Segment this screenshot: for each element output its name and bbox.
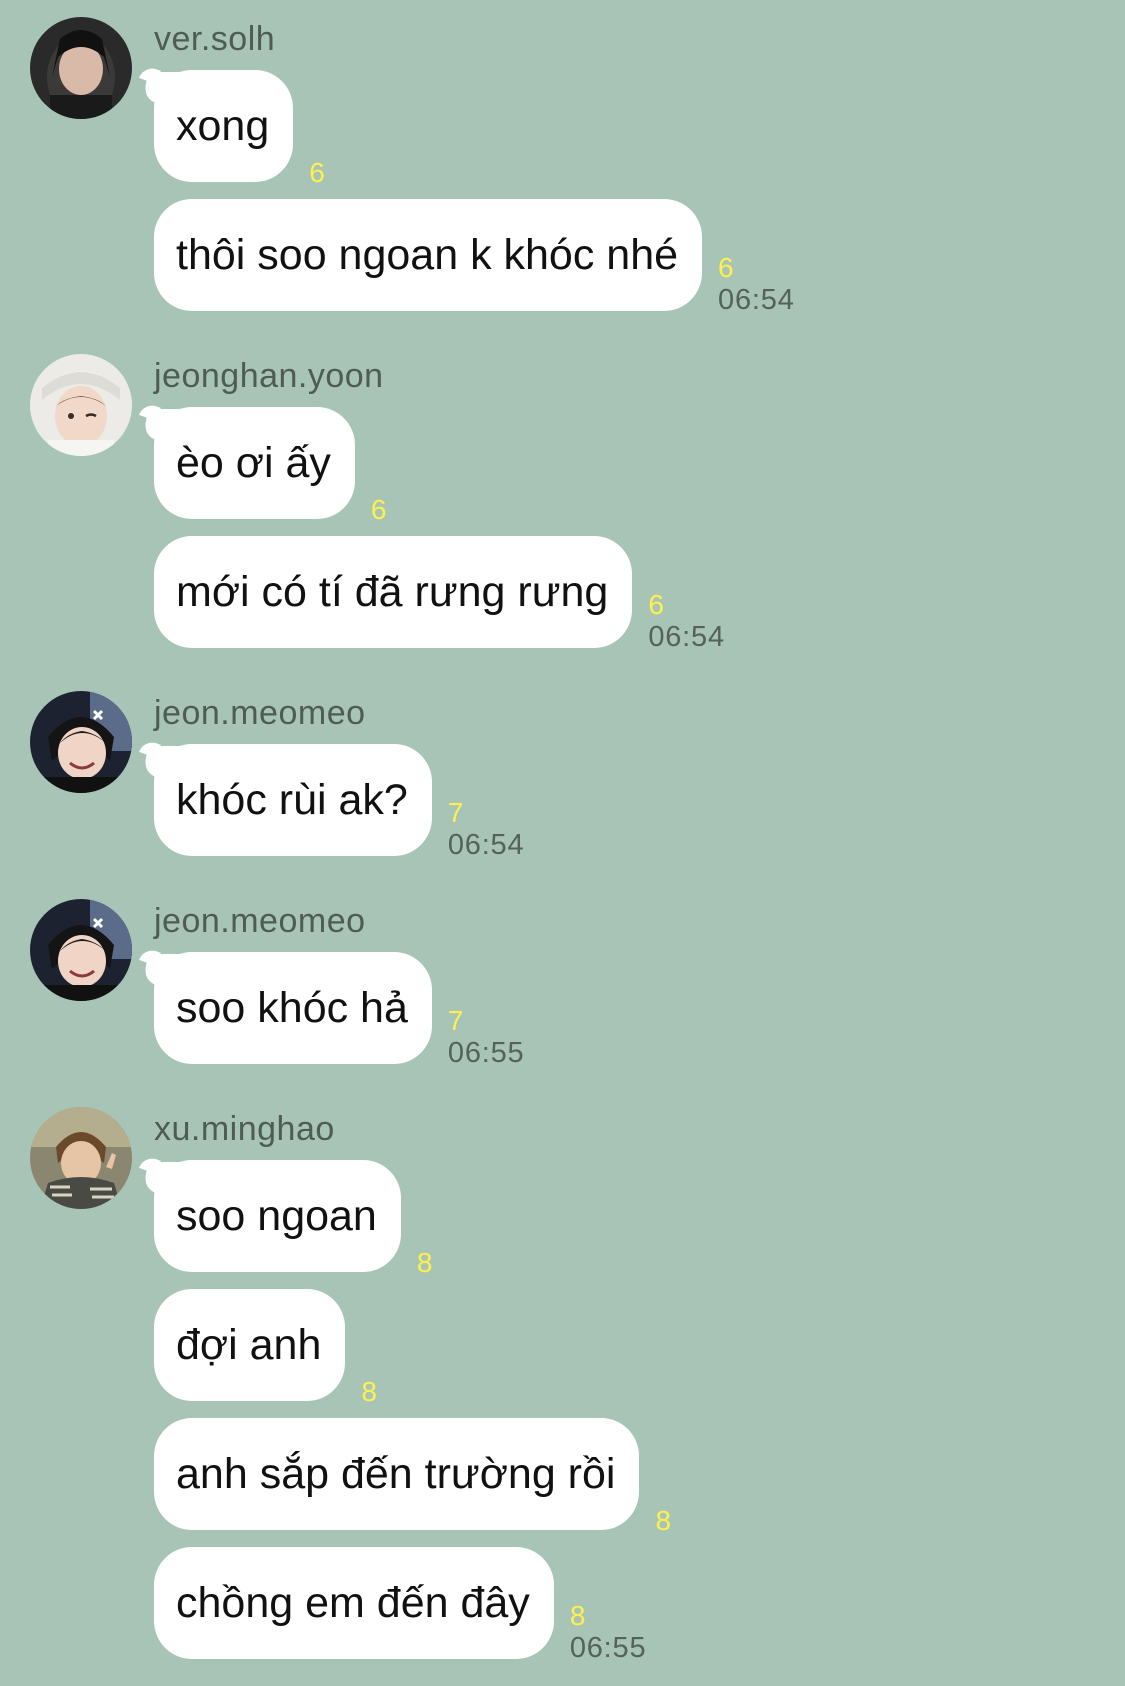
- message-meta: 7 06:54: [448, 798, 525, 862]
- avatar[interactable]: [30, 1107, 132, 1209]
- message-meta: 6 06:54: [648, 590, 725, 654]
- message-bubble[interactable]: thôi soo ngoan k khóc nhé: [154, 199, 703, 311]
- read-count: 6: [309, 157, 325, 188]
- message-timestamp: 06:55: [447, 1037, 525, 1069]
- message-bubble[interactable]: mới có tí đã rưng rưng: [154, 536, 633, 648]
- avatar[interactable]: [30, 17, 132, 119]
- read-count: 8: [416, 1247, 433, 1278]
- message-timestamp: 06:54: [718, 284, 795, 316]
- message-meta: 6: [309, 158, 325, 188]
- avatar[interactable]: [30, 354, 132, 456]
- message-bubble[interactable]: khóc rùi ak?: [154, 744, 432, 856]
- avatar[interactable]: [30, 691, 132, 793]
- read-count: 6: [648, 589, 664, 620]
- avatar-jeon-meomeo-image: [30, 691, 132, 793]
- sender-name: jeon.meomeo: [154, 694, 366, 732]
- message-meta: 8 06:55: [570, 1601, 647, 1665]
- message-timestamp: 06:54: [648, 621, 725, 653]
- message-meta: 6 06:54: [718, 253, 795, 317]
- sender-name: jeonghan.yoon: [154, 357, 384, 395]
- message-bubble[interactable]: èo ơi ấy: [154, 407, 355, 519]
- chat-message-list[interactable]: ver.solh xong 6 thôi soo ngoan k khóc nh…: [0, 0, 1125, 1686]
- read-count: 8: [361, 1376, 377, 1407]
- message-row: soo khóc hả 7 06:55: [154, 952, 524, 1069]
- message-row: chồng em đến đây 8 06:55: [154, 1547, 646, 1664]
- message-bubble[interactable]: đợi anh: [154, 1289, 346, 1401]
- message-bubble[interactable]: chồng em đến đây: [154, 1547, 554, 1659]
- message-meta: 8: [655, 1506, 671, 1536]
- message-row: èo ơi ấy 6: [154, 407, 386, 525]
- message-meta: 8: [361, 1377, 377, 1407]
- message-row: đợi anh 8: [154, 1289, 377, 1407]
- read-count: 8: [655, 1505, 672, 1536]
- read-count: 7: [447, 797, 464, 828]
- message-row: thôi soo ngoan k khóc nhé 6 06:54: [154, 199, 795, 316]
- read-count: 6: [718, 252, 734, 283]
- sender-name: jeon.meomeo: [154, 902, 366, 940]
- sender-name: ver.solh: [154, 20, 276, 58]
- message-meta: 7 06:55: [448, 1006, 525, 1070]
- message-row: khóc rùi ak? 7 06:54: [154, 744, 524, 861]
- message-row: xong 6: [154, 70, 325, 188]
- message-meta: 8: [417, 1248, 433, 1278]
- read-count: 6: [370, 494, 387, 525]
- sender-name: xu.minghao: [154, 1110, 335, 1148]
- message-bubble[interactable]: xong: [154, 70, 294, 182]
- read-count: 7: [447, 1005, 464, 1036]
- avatar-xu-minghao-image: [30, 1107, 132, 1209]
- avatar[interactable]: [30, 899, 132, 1001]
- message-row: soo ngoan 8: [154, 1160, 432, 1278]
- message-bubble[interactable]: soo khóc hả: [154, 952, 432, 1064]
- avatar-jeonghan-yoon-image: [30, 354, 132, 456]
- message-timestamp: 06:54: [447, 829, 525, 861]
- message-meta: 6: [371, 495, 387, 525]
- message-timestamp: 06:55: [569, 1632, 647, 1664]
- message-bubble[interactable]: anh sắp đến trường rồi: [154, 1418, 640, 1530]
- message-row: mới có tí đã rưng rưng 6 06:54: [154, 536, 725, 653]
- avatar-ver-solh-image: [30, 17, 132, 119]
- read-count: 8: [569, 1600, 586, 1631]
- avatar-jeon-meomeo-image: [30, 899, 132, 1001]
- message-row: anh sắp đến trường rồi 8: [154, 1418, 671, 1536]
- message-bubble[interactable]: soo ngoan: [154, 1160, 401, 1272]
